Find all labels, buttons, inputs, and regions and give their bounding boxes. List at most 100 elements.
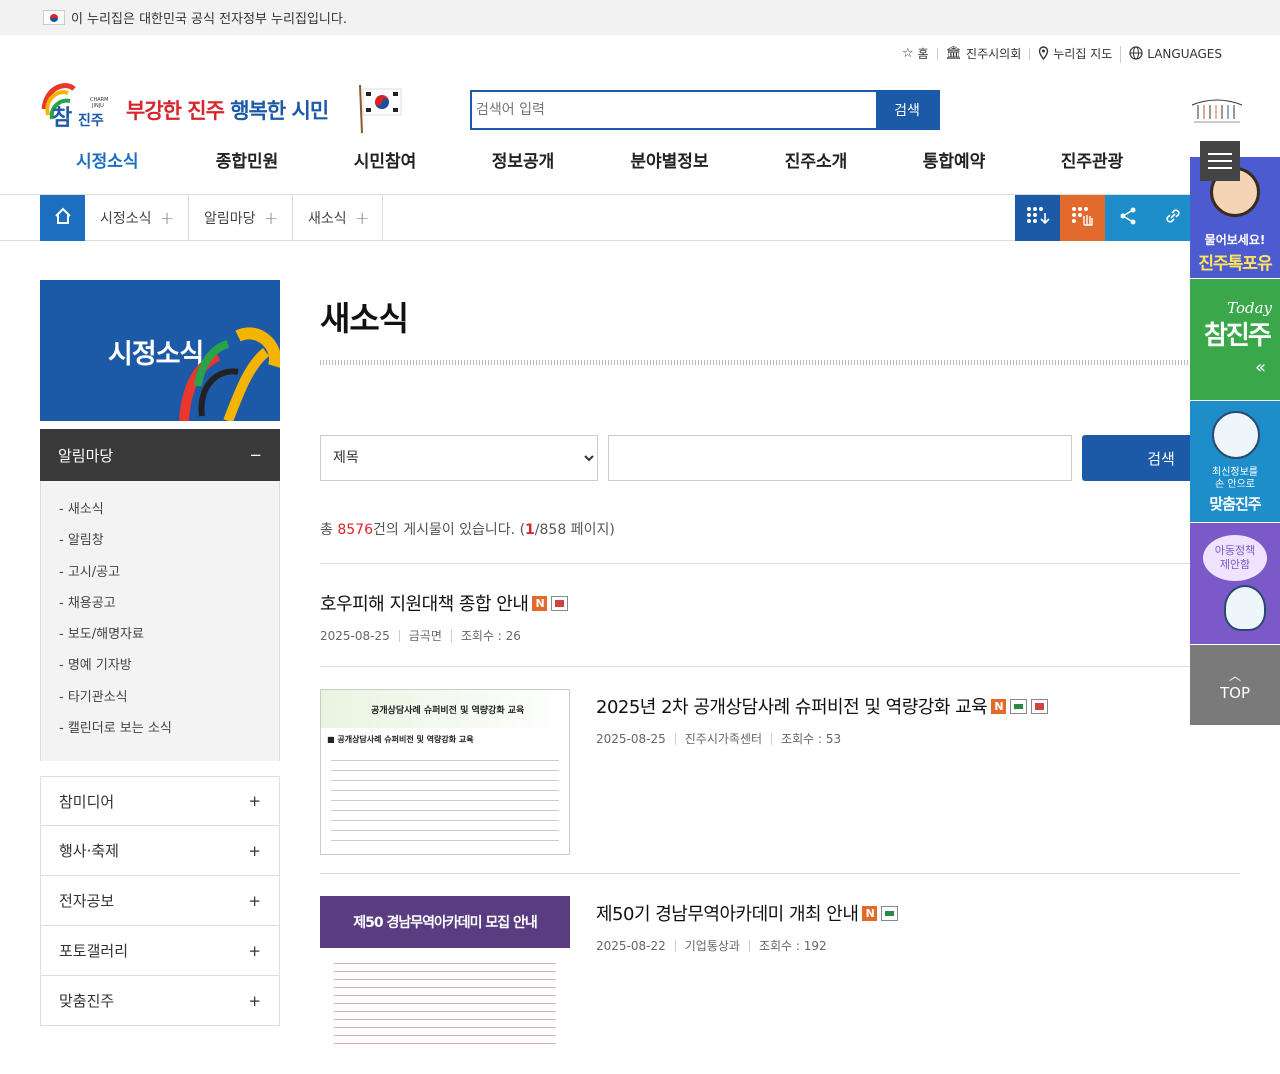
side-menu-item[interactable]: 맞춤진주 + <box>40 976 280 1027</box>
quick-custom-jinju-button[interactable]: 최신정보를 손 안으로 맞춤진주 <box>1190 401 1280 522</box>
side-menu-item[interactable]: 참미디어 + <box>40 776 280 827</box>
main-content: 새소식 제목 검색 총 8576건의 게시물이 있습니다. (1/858 페이지… <box>320 280 1240 1074</box>
side-section-header[interactable]: 알림마당 − <box>40 429 280 481</box>
page-tools <box>1015 195 1195 241</box>
side-menu: 시정소식 알림마당 − - 새소식 - 알림창 - 고시/공고 - 채용공고 -… <box>40 280 280 1027</box>
post-title[interactable]: 2025년 2차 공개상담사례 슈퍼비전 및 역량강화 교육 N <box>596 693 1240 719</box>
util-home-link[interactable]: ☆ 홈 <box>894 46 938 61</box>
gnb-item-about[interactable]: 진주소개 <box>747 141 885 194</box>
menu-bar <box>1208 167 1232 169</box>
quick-custom-line1: 최신정보를 <box>1212 467 1258 478</box>
side-sub-item[interactable]: - 명예 기자방 <box>59 655 261 686</box>
gnb-item-participation[interactable]: 시민참여 <box>316 141 454 194</box>
gnb-item-disclosure[interactable]: 정보공개 <box>454 141 592 194</box>
util-sitemap-link[interactable]: 누리집 지도 <box>1030 45 1122 63</box>
post-date: 2025-08-25 <box>320 629 390 643</box>
total-count-text: 총 8576건의 게시물이 있습니다. (1/858 페이지) <box>320 519 1240 539</box>
breadcrumb-home-button[interactable] <box>40 195 85 241</box>
home-icon <box>54 207 72 229</box>
quick-chatbot-line1: 물어보세요! <box>1204 233 1266 247</box>
util-council-link[interactable]: 🏛 진주시의회 <box>938 46 1031 61</box>
copy-link-button[interactable] <box>1150 195 1195 241</box>
side-menu-item-label: 전자공보 <box>59 892 115 911</box>
side-sub-item[interactable]: - 캘린더로 보는 소식 <box>59 718 261 749</box>
side-menu-item[interactable]: 행사·축제 + <box>40 826 280 877</box>
side-sub-item[interactable]: - 새소식 <box>59 499 261 530</box>
list-item[interactable]: 호우피해 지원대책 종합 안내 N 2025-08-25 금곡면 조회수 : 2… <box>320 564 1240 667</box>
quick-today-name: 참진주 <box>1204 321 1272 351</box>
breadcrumb-level-2[interactable]: 알림마당 + <box>189 195 293 241</box>
gnb-item-tourism[interactable]: 진주관광 <box>1023 141 1161 194</box>
menu-bar <box>1208 160 1232 162</box>
globe-icon <box>1129 45 1143 63</box>
hamburger-menu-button[interactable] <box>1200 141 1240 181</box>
site-search-button[interactable]: 검색 <box>876 92 938 128</box>
gnb-item-reservation[interactable]: 통합예약 <box>885 141 1023 194</box>
list-item[interactable]: 공개상담사례 슈퍼비전 및 역량강화 교육 ■ 공개상담사례 슈퍼비전 및 역량… <box>320 667 1240 874</box>
util-council-label: 진주시의회 <box>966 47 1022 61</box>
breadcrumb-level-3-label: 새소식 <box>308 211 347 227</box>
post-dept: 진주시가족센터 <box>674 733 771 745</box>
post-views: 조회수 : 192 <box>748 940 836 952</box>
side-sub-item[interactable]: - 알림창 <box>59 530 261 561</box>
city-of-creativity-logo[interactable] <box>1190 93 1244 127</box>
korea-flag-icon <box>43 10 65 25</box>
menu-bar <box>1208 153 1232 155</box>
side-sub-item-label: 채용공고 <box>67 595 116 611</box>
new-badge-icon: N <box>532 595 548 611</box>
breadcrumb-level-1[interactable]: 시정소식 + <box>85 195 189 241</box>
star-icon: ☆ <box>901 46 914 61</box>
council-icon: 🏛 <box>945 46 963 61</box>
plus-icon: + <box>354 207 370 229</box>
post-title-text: 제50기 경남무역아카데미 개최 안내 <box>596 904 859 925</box>
gnb-item-civil[interactable]: 종합민원 <box>178 141 316 194</box>
side-sub-item[interactable]: - 보도/해명자료 <box>59 624 261 655</box>
side-sub-item[interactable]: - 타기관소식 <box>59 687 261 718</box>
doc-file-icon[interactable] <box>881 905 899 921</box>
search-field-select[interactable]: 제목 <box>320 435 598 481</box>
location-pin-icon <box>1038 45 1049 63</box>
thumb-body <box>334 956 556 1046</box>
side-menu-list: 참미디어 + 행사·축제 + 전자공보 + 포토갤러리 + 맞춤진주 + <box>40 776 280 1027</box>
quick-custom-line2: 손 안으로 <box>1215 479 1255 490</box>
braille-print-button[interactable] <box>1060 195 1105 241</box>
slogan-blue: 행복한 시민 <box>230 99 329 123</box>
jinju-logo[interactable]: 참 진주 CHARM JINJU <box>40 79 114 131</box>
post-title[interactable]: 제50기 경남무역아카데미 개최 안내 N <box>596 900 1240 926</box>
gnb-item-field-info[interactable]: 분야별정보 <box>592 141 747 194</box>
seal-mascot-icon <box>1224 585 1266 631</box>
thumb-header: 제50 경남무역아카데미 모집 안내 <box>320 896 570 948</box>
quick-today-button[interactable]: Today 참진주 « <box>1190 279 1280 400</box>
side-sub-item[interactable]: - 고시/공고 <box>59 562 261 593</box>
quick-child-policy-button[interactable]: 아동정책 제안함 <box>1190 523 1280 644</box>
plus-icon: + <box>248 891 261 910</box>
side-menu-item[interactable]: 전자공보 + <box>40 876 280 927</box>
side-menu-item[interactable]: 포토갤러리 + <box>40 926 280 977</box>
scroll-top-button[interactable]: ︿ TOP <box>1190 645 1280 725</box>
share-button[interactable] <box>1105 195 1150 241</box>
hwp-file-icon[interactable] <box>551 595 569 611</box>
speech-bubble: 아동정책 제안함 <box>1203 535 1267 581</box>
side-sub-item[interactable]: - 채용공고 <box>59 593 261 624</box>
scroll-top-label: TOP <box>1219 684 1250 702</box>
board-search-input[interactable] <box>608 435 1072 481</box>
util-languages-label: LANGUAGES <box>1147 47 1222 61</box>
chevron-up-icon: ︿ <box>1228 669 1241 683</box>
post-title[interactable]: 호우피해 지원대책 종합 안내 N <box>320 590 1240 616</box>
site-search-input[interactable] <box>472 92 876 128</box>
post-title-text: 2025년 2차 공개상담사례 슈퍼비전 및 역량강화 교육 <box>596 697 988 718</box>
post-thumbnail[interactable]: 제50 경남무역아카데미 모집 안내 <box>320 896 570 1062</box>
side-sub-item-label: 고시/공고 <box>67 564 121 580</box>
doc-file-icon[interactable] <box>1010 698 1028 714</box>
util-languages-link[interactable]: LANGUAGES <box>1121 45 1230 63</box>
gov-banner: 이 누리집은 대한민국 공식 전자정부 누리집입니다. <box>0 0 1280 35</box>
hwp-file-icon[interactable] <box>1031 698 1049 714</box>
quick-custom-desc: 최신정보를 손 안으로 <box>1190 467 1280 491</box>
list-item[interactable]: 제50 경남무역아카데미 모집 안내 제50기 경남무역아카데미 개최 안내 N… <box>320 874 1240 1074</box>
thumb-header: 공개상담사례 슈퍼비전 및 역량강화 교육 <box>321 690 569 728</box>
braille-download-button[interactable] <box>1015 195 1060 241</box>
gnb-item-news[interactable]: 시정소식 <box>40 141 178 194</box>
total-suffix: /858 페이지) <box>534 522 615 538</box>
post-thumbnail[interactable]: 공개상담사례 슈퍼비전 및 역량강화 교육 ■ 공개상담사례 슈퍼비전 및 역량… <box>320 689 570 855</box>
breadcrumb-level-3[interactable]: 새소식 + <box>293 195 383 241</box>
